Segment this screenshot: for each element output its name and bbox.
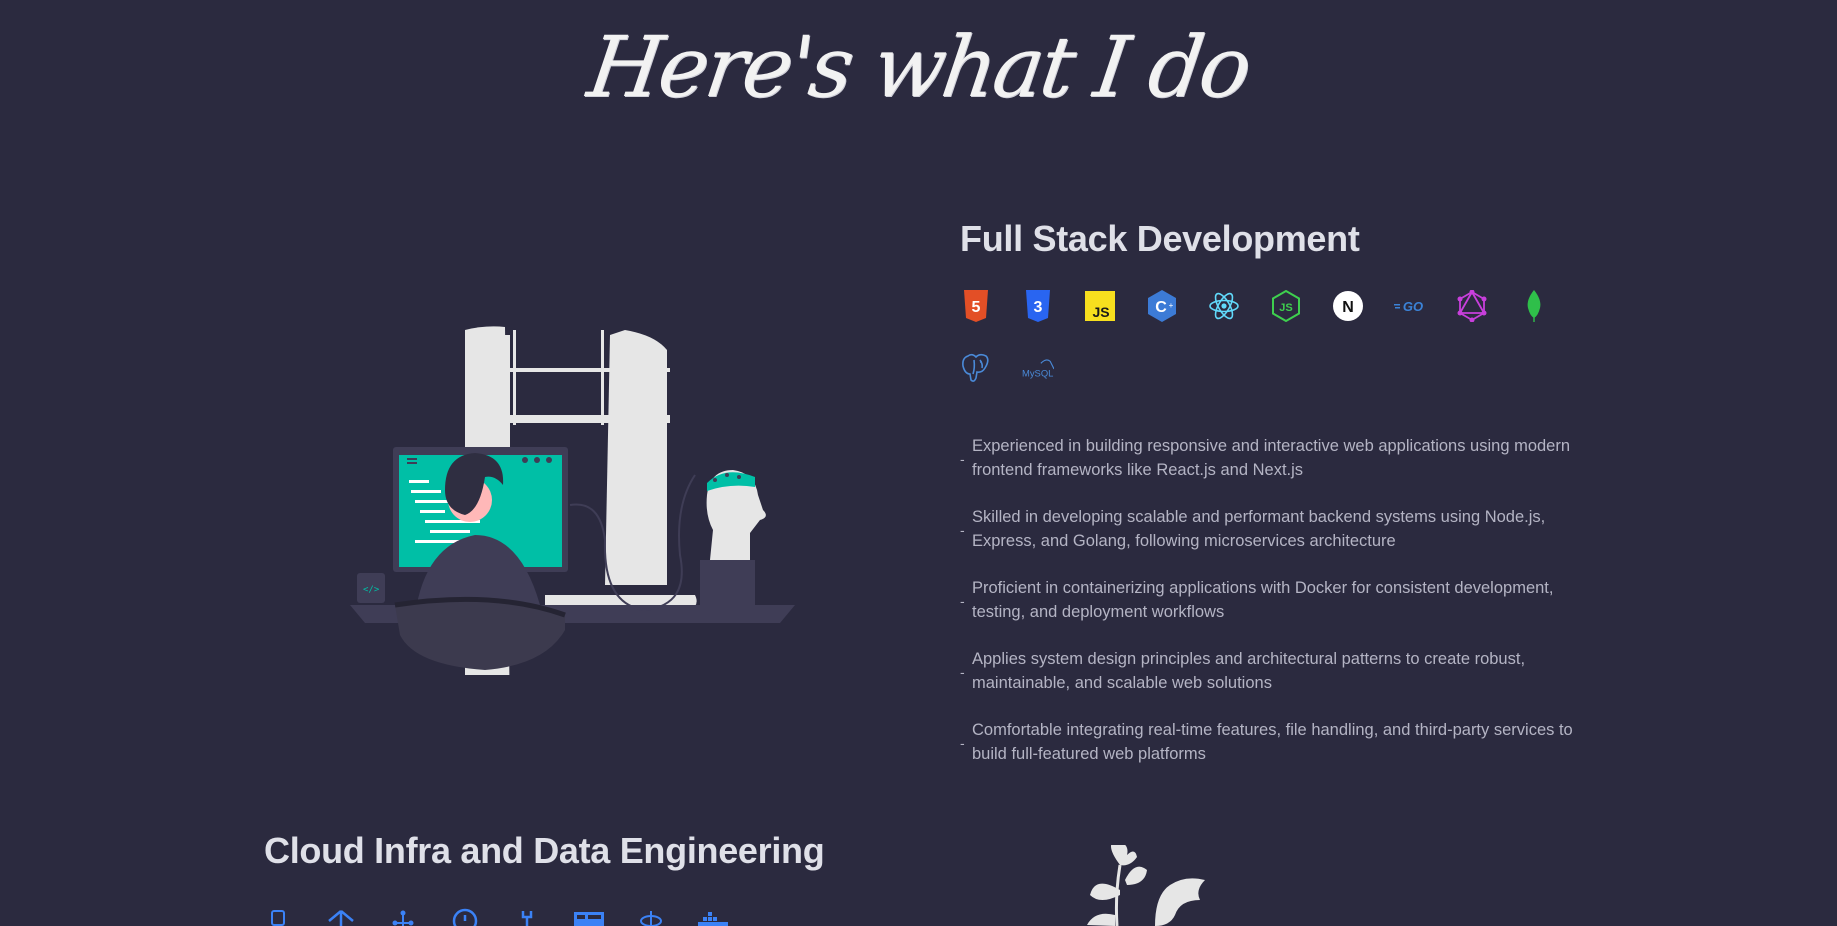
nodejs-icon: JS (1270, 290, 1302, 322)
nextjs-icon: N (1332, 290, 1364, 322)
page-heading: Here's what I do (582, 18, 1255, 116)
cloud-tech-icons (264, 906, 964, 926)
cloud-title: Cloud Infra and Data Engineering (264, 830, 825, 871)
developer-illustration: </> (350, 326, 795, 675)
svg-text:N: N (1342, 299, 1354, 316)
cloud-section: Cloud Infra and Data Engineering (264, 830, 964, 926)
react-icon (1208, 290, 1240, 322)
svg-text:5: 5 (972, 299, 981, 316)
svg-text:</>: </> (363, 585, 380, 595)
list-item: - Skilled in developing scalable and perf… (960, 508, 1546, 550)
css3-icon: 3 (1022, 290, 1054, 322)
full-stack-title: Full Stack Development (960, 218, 1360, 259)
golang-icon: GO (1394, 290, 1426, 322)
cplusplus-icon: C + (1146, 290, 1178, 322)
list-item: - Comfortable integrating real-time featu… (960, 721, 1573, 763)
network-icon (326, 906, 356, 926)
svg-text:3: 3 (1034, 299, 1043, 316)
hierarchy-icon (388, 906, 418, 926)
list-item: - Experienced in building responsive and … (960, 437, 1571, 479)
javascript-icon: JS (1084, 290, 1116, 322)
svg-text:GO: GO (1403, 299, 1423, 314)
clock-icon (450, 906, 480, 926)
html5-icon: 5 (960, 290, 992, 322)
plant-illustration (1087, 845, 1205, 926)
full-stack-section: Full Stack Development 5 3 JS C + JS N GO (960, 218, 1600, 789)
full-stack-bullets: - Experienced in building responsive and … (960, 434, 1580, 766)
svg-text:JS: JS (1092, 304, 1109, 320)
graphql-icon (1456, 290, 1488, 322)
database-icon (574, 906, 604, 926)
svg-text:C: C (1155, 299, 1167, 316)
list-item: - Proficient in containerizing applicatio… (960, 579, 1554, 621)
svg-text:MySQL: MySQL (1022, 367, 1053, 378)
list-item: - Applies system design principles and ar… (960, 650, 1526, 692)
satellite-icon (636, 906, 666, 926)
server-icon (264, 906, 294, 926)
docker-icon (698, 906, 728, 926)
tech-icons: 5 3 JS C + JS N GO MySQL (960, 290, 1580, 414)
mysql-icon: MySQL (1022, 352, 1054, 384)
svg-text:+: + (1169, 301, 1174, 310)
svg-text:JS: JS (1279, 302, 1292, 314)
mongodb-icon (1518, 290, 1550, 322)
wrench-icon (512, 906, 542, 926)
postgresql-icon (960, 352, 992, 384)
